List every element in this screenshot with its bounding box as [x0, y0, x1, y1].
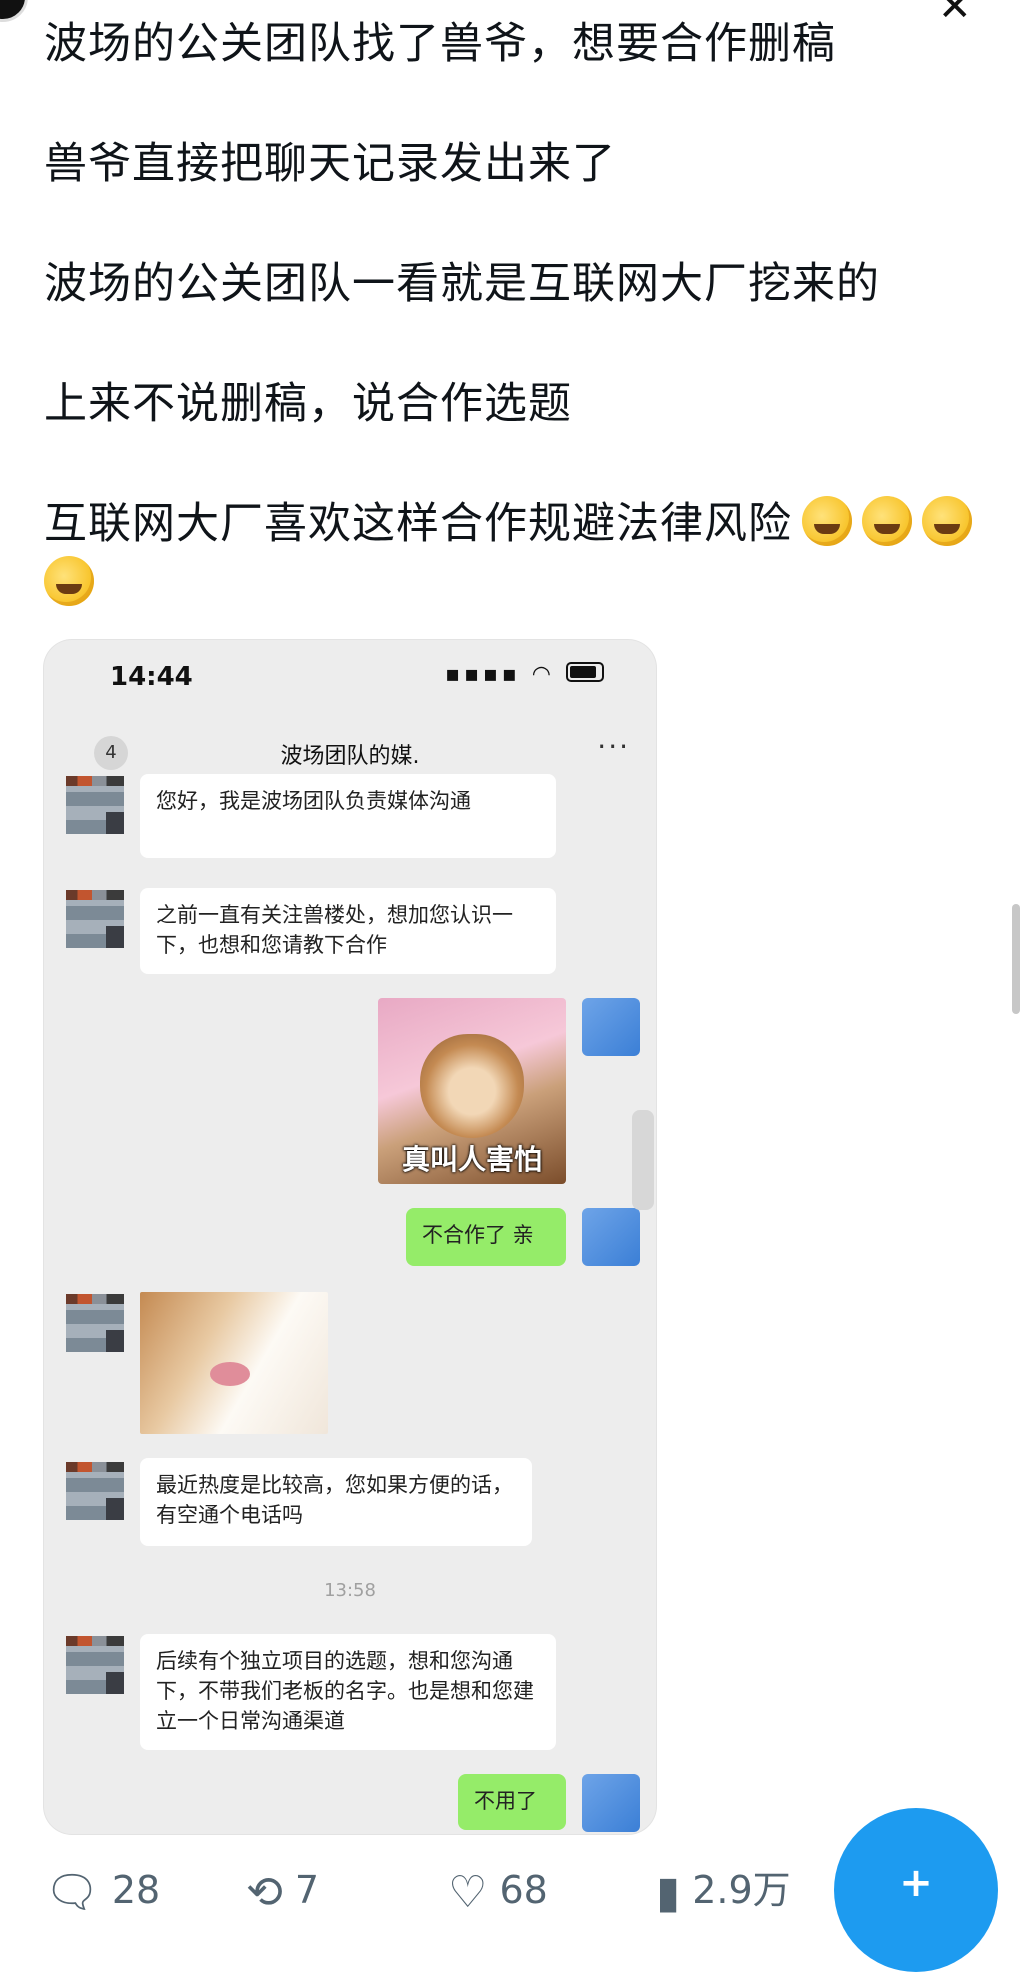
views-count: 2.9万 [692, 1868, 791, 1912]
retweet-button[interactable]: ⟲ 7 [246, 1860, 319, 1923]
cat-meme-image [140, 1292, 328, 1434]
avatar[interactable] [0, 0, 28, 22]
post-body: 波场的公关团队找了兽爷，想要合作删稿 兽爷直接把聊天记录发出来了 波场的公关团队… [44, 14, 1004, 614]
dog-meme-image: 真叫人害怕 [378, 998, 566, 1184]
contact-avatar [66, 890, 124, 948]
message-bubble: 后续有个独立项目的选题，想和您沟通下，不带我们老板的名字。也是想和您建立一个日常… [140, 1634, 556, 1750]
contact-avatar [66, 776, 124, 834]
contact-avatar [66, 1636, 124, 1694]
reply-icon: 🗨 [44, 1867, 100, 1918]
chat-timestamp: 13:58 [324, 1580, 376, 1601]
message-bubble: 您好，我是波场团队负责媒体沟通 [140, 774, 556, 858]
views-button[interactable]: ▮ 2.9万 [656, 1860, 791, 1923]
post-line-2: 兽爷直接把聊天记录发出来了 [44, 139, 616, 189]
message-bubble-self: 不用了 [458, 1774, 566, 1830]
reply-button[interactable]: 🗨 28 [44, 1860, 160, 1923]
scrollbar[interactable] [1012, 904, 1020, 1014]
rofl-emoji-icon [922, 496, 972, 546]
chat-title: 波场团队的媒. [280, 744, 420, 769]
post-line-4: 上来不说删稿，说合作选题 [44, 379, 572, 429]
message-bubble: 之前一直有关注兽楼处，想加您认识一下，也想和您请教下合作 [140, 888, 556, 974]
signal-icon: ▪▪▪▪ [445, 662, 521, 687]
image-side-handle[interactable] [632, 1110, 654, 1210]
post-line-5: 互联网大厂喜欢这样合作规避法律风险 [44, 494, 1004, 554]
heart-icon: ♡ [448, 1867, 488, 1918]
post-line-3: 波场的公关团队一看就是互联网大厂挖来的 [44, 259, 880, 309]
like-count: 68 [499, 1868, 548, 1912]
like-button[interactable]: ♡ 68 [448, 1860, 548, 1923]
post-line-6 [44, 554, 1004, 614]
contact-avatar [66, 1462, 124, 1520]
dog-face-graphic [420, 1034, 524, 1138]
dog-meme-caption: 真叫人害怕 [401, 1143, 542, 1176]
battery-icon [566, 662, 604, 682]
rofl-emoji-icon [802, 496, 852, 546]
reply-count: 28 [111, 1868, 161, 1912]
retweet-icon: ⟲ [246, 1867, 283, 1918]
status-bar: 14:44 ▪▪▪▪ ◠ [44, 640, 656, 710]
post-line-1: 波场的公关团队找了兽爷，想要合作删稿 [44, 19, 836, 69]
more-icon: ··· [597, 730, 630, 763]
contact-avatar [66, 1294, 124, 1352]
compose-button[interactable]: + [834, 1808, 998, 1972]
self-avatar [582, 1208, 640, 1266]
post-line-5-text: 互联网大厂喜欢这样合作规避法律风险 [44, 499, 792, 549]
retweet-count: 7 [294, 1868, 320, 1912]
chat-screenshot-image[interactable]: 14:44 ▪▪▪▪ ◠ 4 波场团队的媒. ··· 您好，我是波场团队负责媒体… [44, 640, 656, 1834]
message-bubble-self: 不合作了 亲 [406, 1208, 566, 1266]
status-icons: ▪▪▪▪ ◠ [445, 662, 604, 687]
status-time: 14:44 [110, 662, 193, 692]
compose-icon: + [899, 1860, 933, 1906]
message-bubble: 最近热度是比较高，您如果方便的话，有空通个电话吗 [140, 1458, 532, 1546]
self-avatar [582, 1774, 640, 1832]
cat-mouth-graphic [210, 1362, 250, 1386]
views-icon: ▮ [656, 1867, 681, 1918]
rofl-emoji-icon [44, 556, 94, 606]
rofl-emoji-icon [862, 496, 912, 546]
wifi-icon: ◠ [531, 662, 555, 687]
self-avatar [582, 998, 640, 1056]
